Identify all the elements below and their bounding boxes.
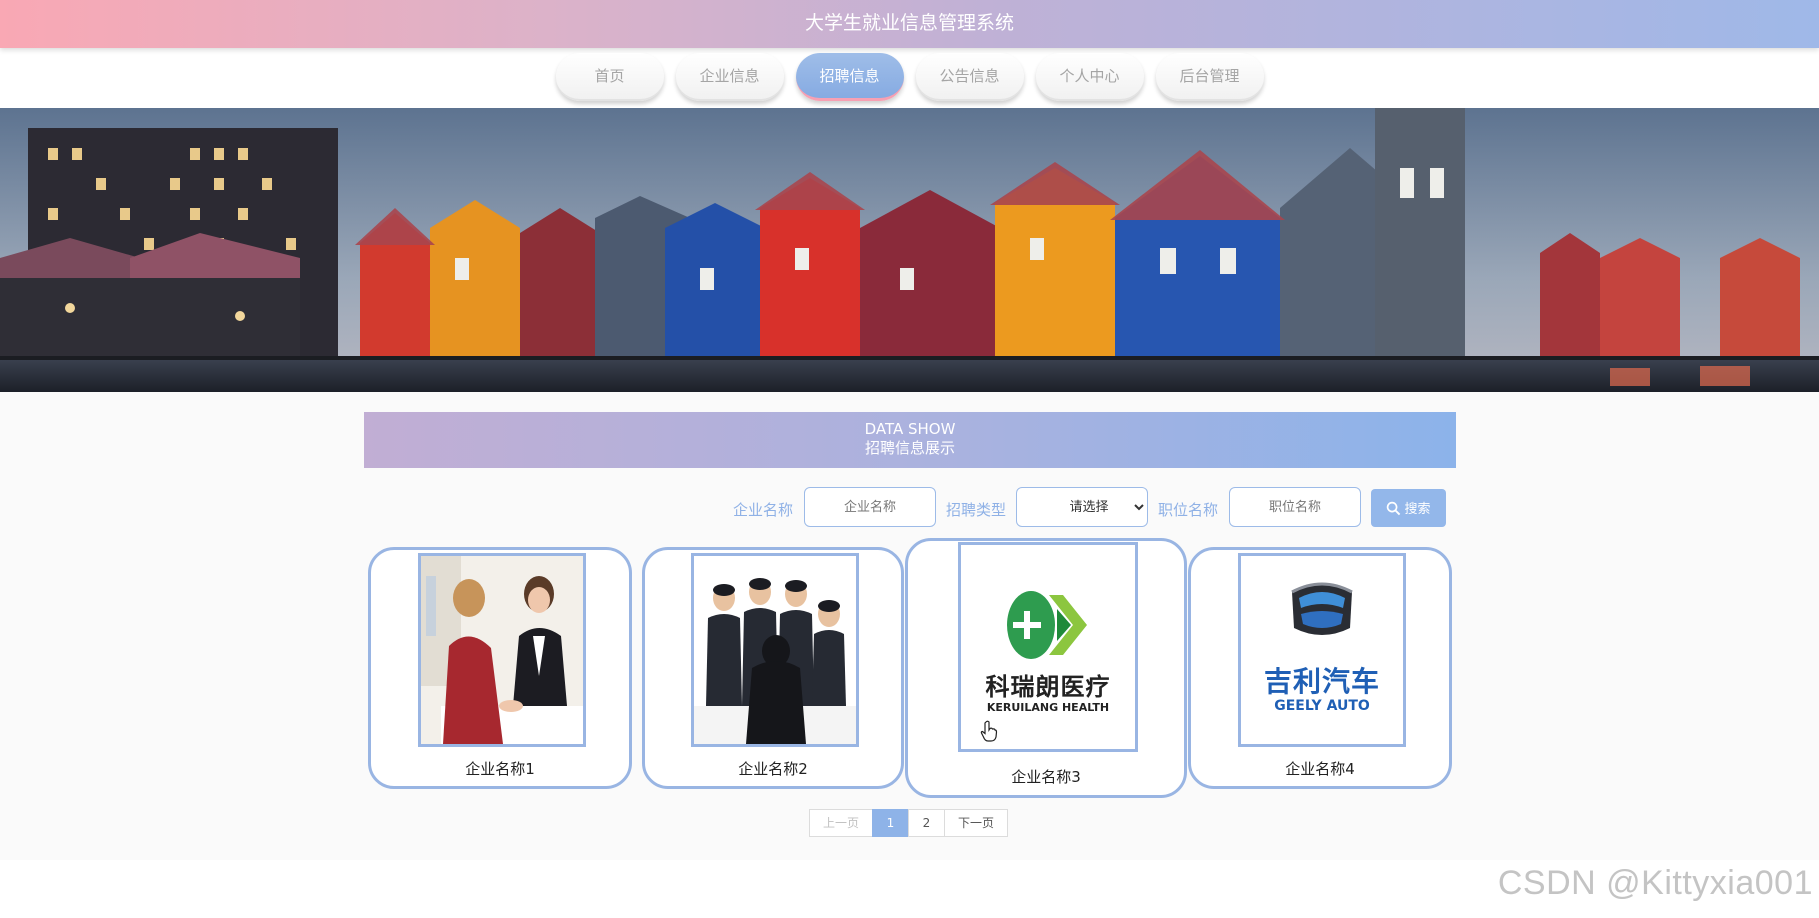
pagination: 上一页 1 2 下一页: [809, 809, 1008, 837]
logo-text-cn: 科瑞朗医疗: [985, 673, 1111, 701]
position-name-input[interactable]: [1229, 487, 1361, 527]
position-name-label: 职位名称: [1158, 501, 1219, 519]
hero-banner: [0, 108, 1819, 392]
keruilang-health-logo: [961, 545, 1135, 749]
prev-page-button[interactable]: 上一页: [809, 809, 873, 837]
colorful-houses-image: [0, 108, 1819, 392]
page-2-button[interactable]: 2: [908, 809, 945, 837]
section-title-cn: 招聘信息展示: [864, 439, 955, 457]
geely-auto-logo: [1241, 556, 1403, 744]
search-button[interactable]: 搜索: [1371, 489, 1446, 527]
company-name-label: 企业名称: [733, 501, 794, 519]
company-name-input[interactable]: [804, 487, 936, 527]
card-image-geely: 吉利汽车 GEELY AUTO: [1238, 553, 1406, 747]
site-title: 大学生就业信息管理系统: [0, 0, 1819, 48]
nav-admin[interactable]: 后台管理: [1155, 53, 1264, 101]
page-1-button[interactable]: 1: [872, 809, 909, 837]
logo-text-en: KERUILANG HEALTH: [986, 701, 1110, 714]
logo-text-en: GEELY AUTO: [1274, 698, 1370, 714]
watermark: CSDN @Kittyxia001: [1497, 864, 1813, 902]
business-team-photo: [694, 556, 856, 744]
logo-text-cn: 吉利汽车: [1263, 665, 1380, 698]
search-button-label: 搜索: [1404, 501, 1431, 516]
search-icon: [1387, 501, 1401, 516]
company-name: 企业名称1: [465, 760, 535, 778]
hand-cursor-icon: [980, 720, 998, 742]
nav-company-info[interactable]: 企业信息: [675, 53, 784, 101]
next-page-button[interactable]: 下一页: [944, 809, 1008, 837]
main-nav: 首页 企业信息 招聘信息 公告信息 个人中心 后台管理: [0, 53, 1819, 105]
interview-photo: [421, 556, 583, 744]
company-card[interactable]: 企业名称1: [368, 547, 632, 789]
company-card[interactable]: 科瑞朗医疗 KERUILANG HEALTH 企业名称3: [905, 538, 1187, 798]
nav-home[interactable]: 首页: [555, 53, 664, 101]
content-area: DATA SHOW 招聘信息展示 企业名称 招聘类型 请选择 职位名称 搜索: [0, 392, 1819, 860]
company-name: 企业名称4: [1285, 760, 1355, 778]
nav-announcements[interactable]: 公告信息: [915, 53, 1024, 101]
recruit-type-select[interactable]: 请选择: [1016, 487, 1148, 527]
card-image-team: [691, 553, 859, 747]
company-card[interactable]: 吉利汽车 GEELY AUTO 企业名称4: [1188, 547, 1452, 789]
section-title-en: DATA SHOW: [864, 420, 956, 438]
nav-personal-center[interactable]: 个人中心: [1035, 53, 1144, 101]
company-name: 企业名称2: [738, 760, 808, 778]
nav-recruitment-info[interactable]: 招聘信息: [795, 53, 904, 101]
card-image-interview: [418, 553, 586, 747]
recruit-type-label: 招聘类型: [946, 501, 1007, 519]
company-name: 企业名称3: [1011, 768, 1081, 786]
section-title: DATA SHOW 招聘信息展示: [364, 412, 1456, 468]
company-card[interactable]: 企业名称2: [642, 547, 904, 789]
search-bar: 企业名称 招聘类型 请选择 职位名称 搜索: [0, 487, 1819, 531]
